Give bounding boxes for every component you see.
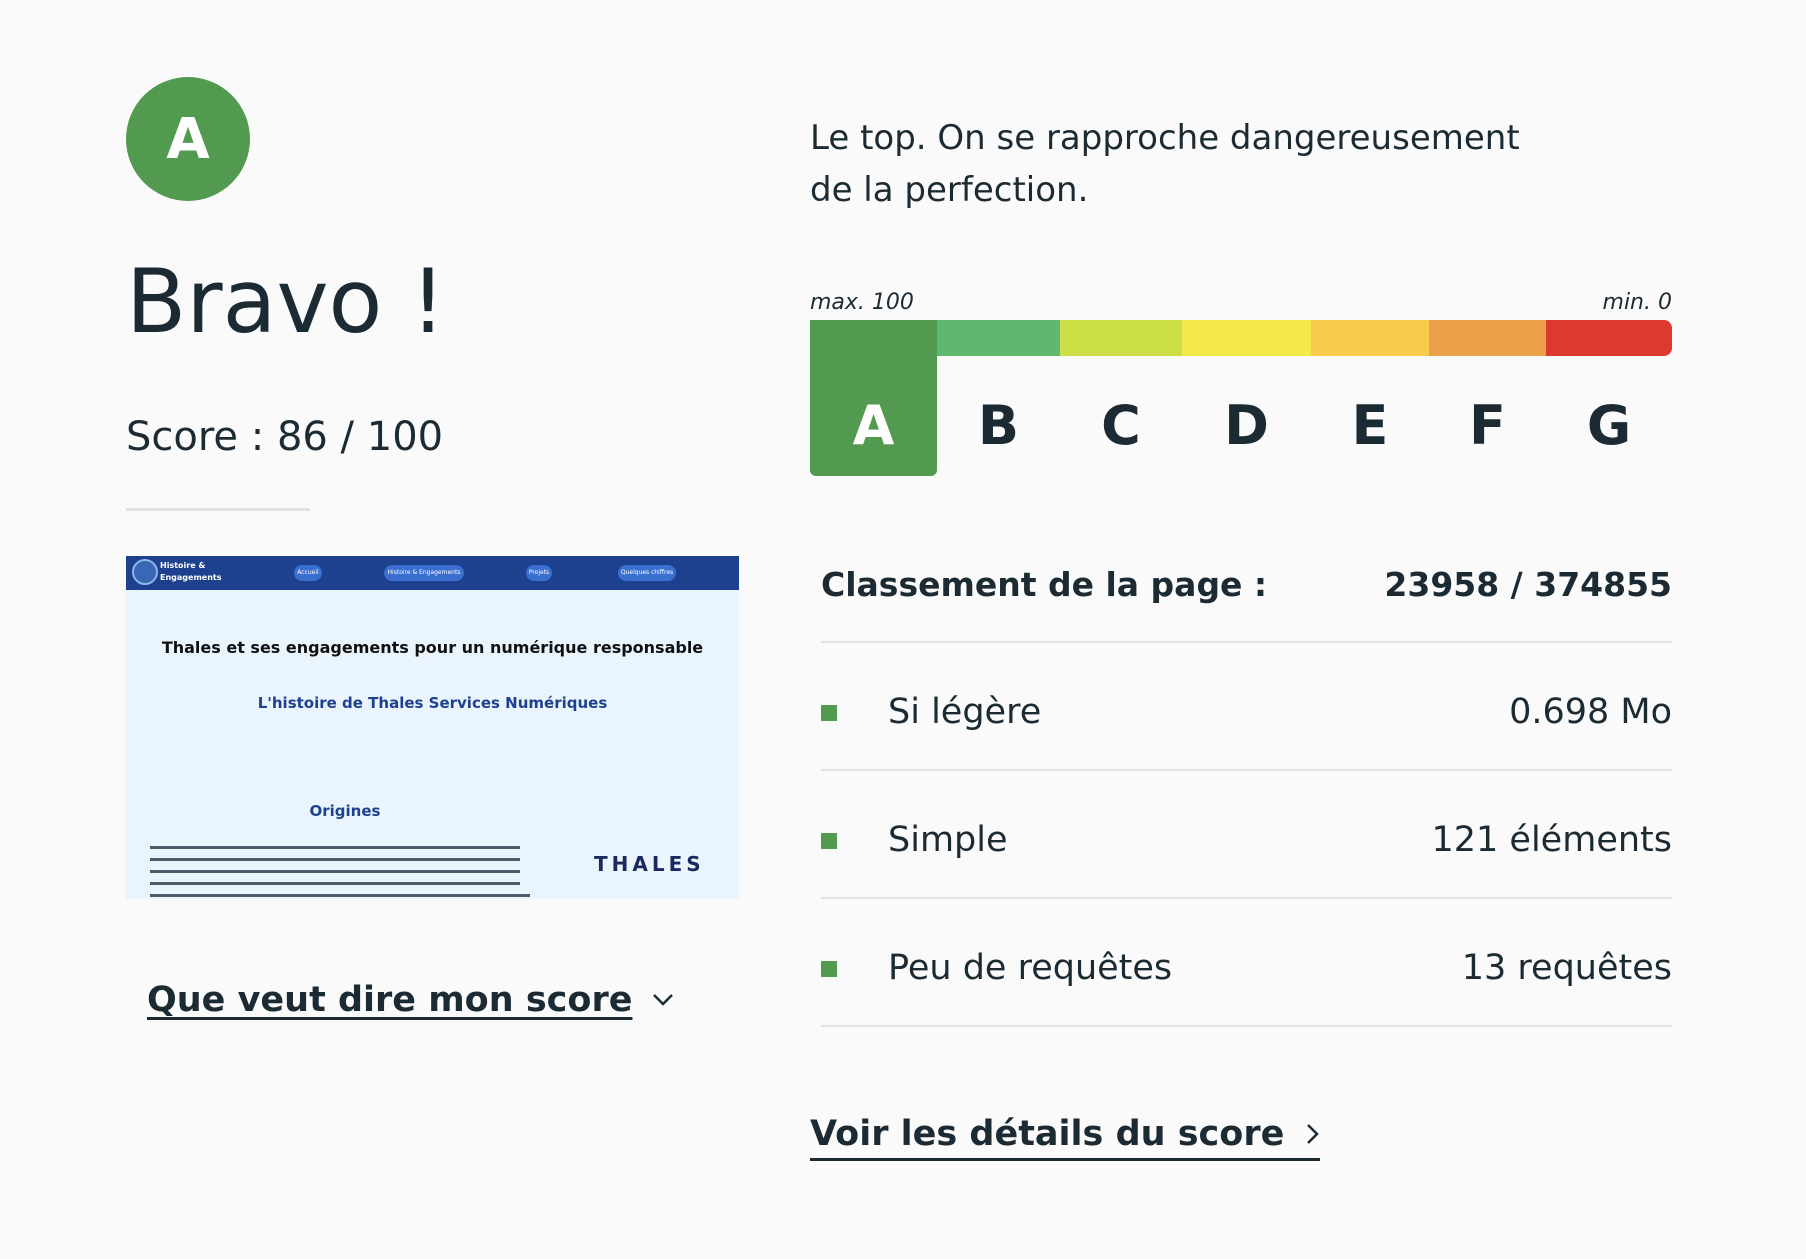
- metric-ok-icon: [821, 961, 837, 977]
- grade-letter-c: C: [1101, 394, 1141, 457]
- grade-segment-f: [1429, 320, 1546, 356]
- page-thumbnail: Histoire & Engagements Accueil Histoire …: [126, 556, 739, 899]
- metric-label: Peu de requêtes: [888, 948, 1173, 988]
- thumbnail-text-line: [150, 846, 520, 849]
- thumbnail-nav-item: Quelques chiffres: [618, 565, 676, 581]
- grade-segment-g: [1546, 320, 1672, 356]
- thumbnail-nav-item: Projets: [526, 565, 552, 581]
- scale-min-label: min. 0: [1602, 290, 1672, 315]
- thumbnail-nav-item: Histoire & Engagements: [384, 565, 464, 581]
- explain-score-link[interactable]: Que veut dire mon score: [147, 980, 674, 1020]
- metric-value: 0.698 Mo: [1509, 692, 1672, 732]
- score-text: Score : 86 / 100: [126, 414, 444, 460]
- thumbnail-section-title: Origines: [309, 802, 381, 820]
- divider: [821, 769, 1672, 771]
- grade-segment-c: [1060, 320, 1182, 356]
- grade-letter-d: D: [1224, 394, 1269, 457]
- explain-score-label: Que veut dire mon score: [147, 980, 633, 1020]
- metric-ok-icon: [821, 833, 837, 849]
- score-details-label: Voir les détails du score: [810, 1114, 1285, 1154]
- thumbnail-subheading: L'histoire de Thales Services Numériques: [257, 694, 608, 712]
- thumbnail-text-line: [150, 858, 520, 861]
- score-description: Le top. On se rapproche dangereusement d…: [810, 118, 1520, 210]
- chevron-right-icon: [1307, 1124, 1320, 1144]
- metric-value: 121 éléments: [1431, 820, 1673, 860]
- thumbnail-navbar: Histoire & Engagements Accueil Histoire …: [126, 556, 739, 590]
- thumbnail-text-line: [150, 870, 520, 873]
- thumbnail-text-line: [150, 882, 520, 885]
- grade-segment-b: [937, 320, 1060, 356]
- divider: [126, 508, 310, 511]
- scale-max-label: max. 100: [810, 290, 914, 315]
- grade-segment-d: [1182, 320, 1311, 356]
- metric-label: Simple: [888, 820, 1008, 860]
- grade-letter-g: G: [1586, 394, 1632, 457]
- result-heading: Bravo !: [126, 250, 446, 353]
- thumbnail-logo-icon: [132, 559, 158, 585]
- grade-letter-b: B: [977, 394, 1020, 457]
- divider: [821, 1025, 1672, 1027]
- grade-segment-e: [1311, 320, 1429, 356]
- chevron-down-icon: [653, 994, 674, 1006]
- ranking-label: Classement de la page :: [821, 565, 1268, 604]
- grade-letter-a: A: [852, 394, 895, 457]
- thumbnail-text-line: [150, 894, 530, 897]
- metric-value: 13 requêtes: [1461, 948, 1672, 988]
- thumbnail-brand: Histoire & Engagements: [160, 561, 222, 582]
- metric-label: Si légère: [888, 692, 1042, 732]
- thumbnail-thales-logo: THALES: [594, 852, 705, 876]
- score-details-link[interactable]: Voir les détails du score: [810, 1114, 1321, 1161]
- metric-ok-icon: [821, 705, 837, 721]
- thumbnail-heading: Thales et ses engagements pour un numéri…: [161, 638, 704, 657]
- ranking-value: 23958 / 374855: [1384, 565, 1672, 604]
- grade-letter-e: E: [1351, 394, 1389, 457]
- grade-letter-f: F: [1469, 394, 1506, 457]
- divider: [821, 897, 1672, 899]
- thumbnail-nav-item: Accueil: [294, 565, 322, 581]
- grade-badge: A: [126, 77, 250, 201]
- divider: [821, 641, 1672, 643]
